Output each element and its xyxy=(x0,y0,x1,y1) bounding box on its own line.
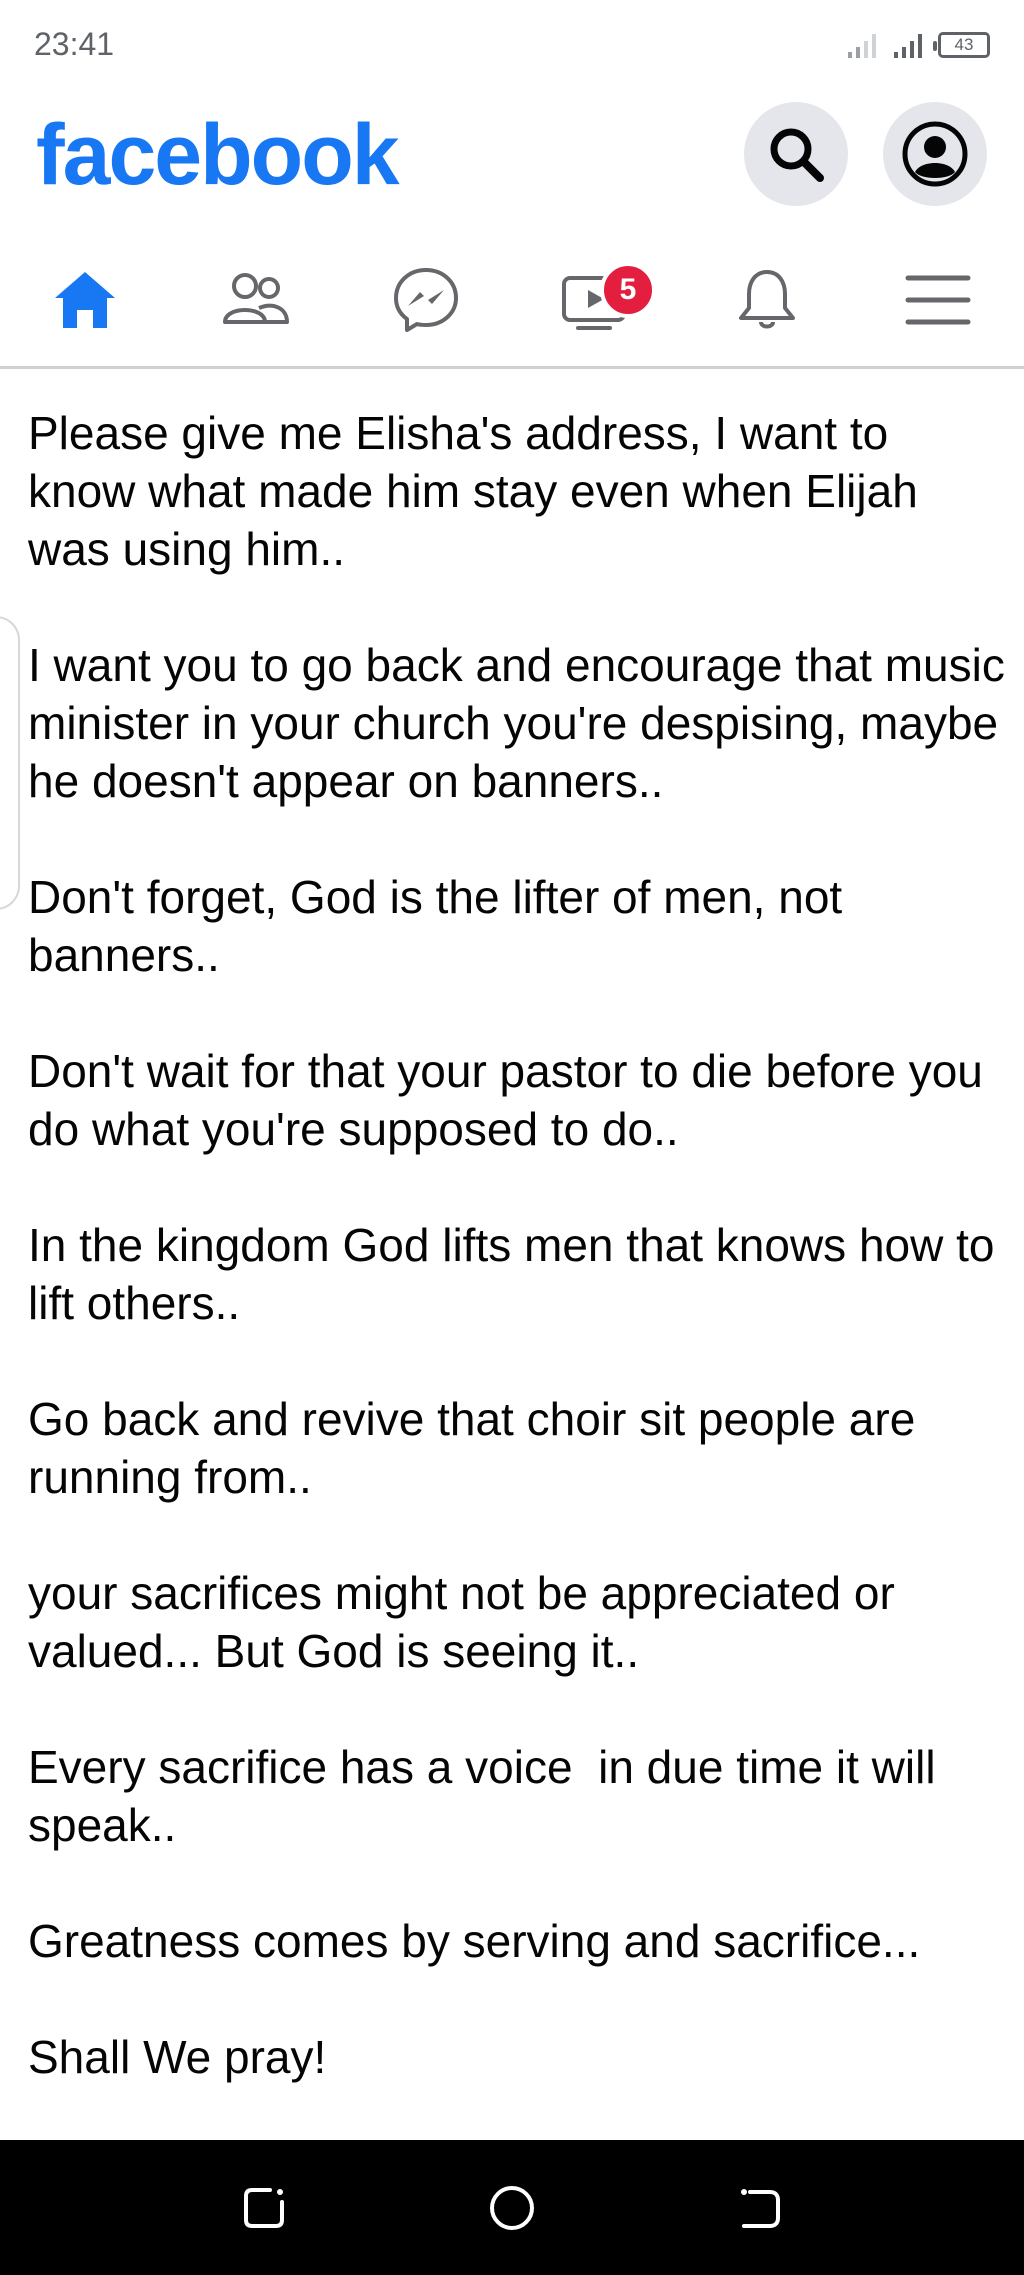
post-paragraph: Don't wait for that your pastor to die b… xyxy=(28,1045,996,1155)
signal-icon xyxy=(848,34,876,58)
tab-messenger[interactable] xyxy=(366,250,486,350)
post-paragraph: Shall We pray! xyxy=(28,2031,327,2083)
signal-icon xyxy=(894,34,922,58)
menu-icon xyxy=(905,275,971,325)
notification-badge: 5 xyxy=(600,262,656,318)
tab-home[interactable] xyxy=(25,250,145,350)
tab-menu[interactable] xyxy=(878,250,998,350)
messenger-icon xyxy=(394,268,458,332)
post-paragraph: Every sacrifice has a voice in due time … xyxy=(28,1741,949,1851)
edge-panel-handle[interactable] xyxy=(0,616,20,910)
back-button[interactable] xyxy=(728,2176,792,2240)
friends-icon xyxy=(223,273,289,324)
tab-watch[interactable]: 5 xyxy=(536,250,656,350)
profile-button[interactable] xyxy=(883,102,987,206)
tab-notifications[interactable] xyxy=(707,250,827,350)
bell-icon xyxy=(739,270,795,329)
post-text: Please give me Elisha's address, I want … xyxy=(28,404,1008,2144)
back-icon xyxy=(741,2189,780,2228)
battery-icon: 43 xyxy=(933,32,990,58)
app-header: facebook xyxy=(0,100,1024,210)
recent-apps-icon xyxy=(244,2188,284,2228)
status-bar: 23:41 43 xyxy=(0,0,1024,90)
facebook-logo[interactable]: facebook xyxy=(36,106,400,205)
home-button[interactable] xyxy=(480,2176,544,2240)
post-paragraph: In the kingdom God lifts men that knows … xyxy=(28,1219,1008,1329)
status-indicators: 43 xyxy=(846,30,990,60)
post-paragraph: Don't forget, God is the lifter of men, … xyxy=(28,871,855,981)
home-circle-icon xyxy=(490,2186,534,2230)
post-paragraph: I want you to go back and encourage that… xyxy=(28,639,1018,807)
system-navigation-bar xyxy=(0,2140,1024,2275)
post-paragraph: Greatness comes by serving and sacrifice… xyxy=(28,1915,921,1967)
tab-friends[interactable] xyxy=(195,250,315,350)
status-time: 23:41 xyxy=(34,26,115,62)
profile-icon xyxy=(902,121,968,187)
post-paragraph: Please give me Elisha's address, I want … xyxy=(28,407,931,575)
home-icon xyxy=(55,272,115,328)
recent-apps-button[interactable] xyxy=(232,2176,296,2240)
post-paragraph: your sacrifices might not be appreciated… xyxy=(28,1567,908,1677)
post-paragraph: Go back and revive that choir sit people… xyxy=(28,1393,929,1503)
tab-bar: 5 xyxy=(0,236,1024,369)
search-button[interactable] xyxy=(744,102,848,206)
search-icon xyxy=(770,128,824,182)
